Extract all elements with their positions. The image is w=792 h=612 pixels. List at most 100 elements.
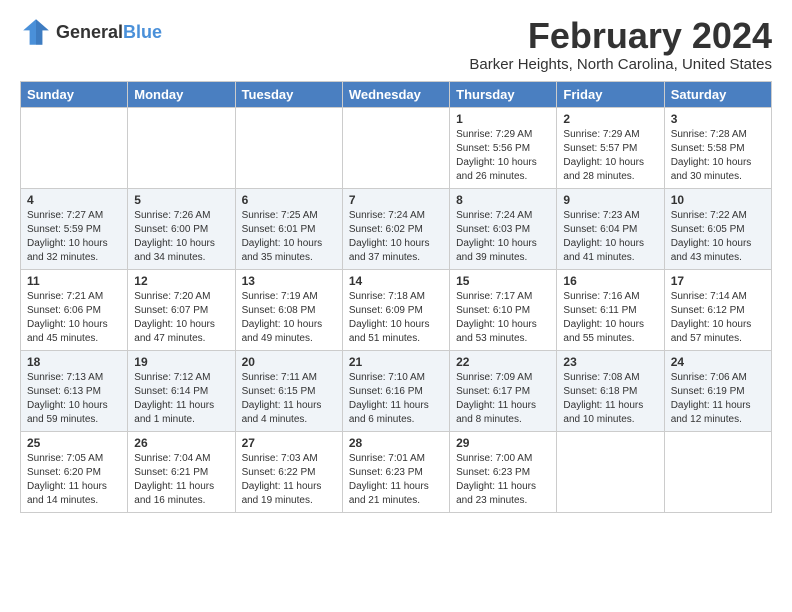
day-info: Sunrise: 7:18 AM Sunset: 6:09 PM Dayligh… <box>349 290 443 346</box>
day-number: 1 <box>456 112 550 126</box>
calendar-cell: 27 Sunrise: 7:03 AM Sunset: 6:22 PM Dayli… <box>235 431 342 512</box>
logo-text-blue: Blue <box>123 22 162 42</box>
day-number: 16 <box>563 274 657 288</box>
calendar-cell <box>557 431 664 512</box>
day-info: Sunrise: 7:26 AM Sunset: 6:00 PM Dayligh… <box>134 209 228 265</box>
day-number: 27 <box>242 436 336 450</box>
logo-icon <box>20 16 52 48</box>
logo: GeneralBlue <box>20 16 162 48</box>
calendar-cell: 17 Sunrise: 7:14 AM Sunset: 6:12 PM Dayli… <box>664 269 771 350</box>
day-info: Sunrise: 7:27 AM Sunset: 5:59 PM Dayligh… <box>27 209 121 265</box>
calendar-cell <box>21 107 128 188</box>
day-info: Sunrise: 7:28 AM Sunset: 5:58 PM Dayligh… <box>671 128 765 184</box>
day-info: Sunrise: 7:29 AM Sunset: 5:57 PM Dayligh… <box>563 128 657 184</box>
day-number: 23 <box>563 355 657 369</box>
calendar-cell: 4 Sunrise: 7:27 AM Sunset: 5:59 PM Daylig… <box>21 188 128 269</box>
day-info: Sunrise: 7:20 AM Sunset: 6:07 PM Dayligh… <box>134 290 228 346</box>
header-cell-friday: Friday <box>557 81 664 107</box>
day-info: Sunrise: 7:25 AM Sunset: 6:01 PM Dayligh… <box>242 209 336 265</box>
week-row-3: 18Sunrise: 7:13 AM Sunset: 6:13 PM Dayli… <box>21 350 772 431</box>
calendar-cell: 19Sunrise: 7:12 AM Sunset: 6:14 PM Dayli… <box>128 350 235 431</box>
day-info: Sunrise: 7:08 AM Sunset: 6:18 PM Dayligh… <box>563 371 657 427</box>
day-info: Sunrise: 7:17 AM Sunset: 6:10 PM Dayligh… <box>456 290 550 346</box>
calendar-cell <box>128 107 235 188</box>
day-number: 4 <box>27 193 121 207</box>
day-number: 13 <box>242 274 336 288</box>
calendar-cell: 1 Sunrise: 7:29 AM Sunset: 5:56 PM Daylig… <box>450 107 557 188</box>
page-container: GeneralBlue February 2024 Barker Heights… <box>20 16 772 513</box>
calendar-cell: 9 Sunrise: 7:23 AM Sunset: 6:04 PM Daylig… <box>557 188 664 269</box>
header-cell-saturday: Saturday <box>664 81 771 107</box>
calendar-cell: 7 Sunrise: 7:24 AM Sunset: 6:02 PM Daylig… <box>342 188 449 269</box>
header-cell-tuesday: Tuesday <box>235 81 342 107</box>
day-number: 24 <box>671 355 765 369</box>
day-info: Sunrise: 7:24 AM Sunset: 6:02 PM Dayligh… <box>349 209 443 265</box>
day-number: 18 <box>27 355 121 369</box>
calendar-cell: 15Sunrise: 7:17 AM Sunset: 6:10 PM Dayli… <box>450 269 557 350</box>
calendar-cell: 5 Sunrise: 7:26 AM Sunset: 6:00 PM Daylig… <box>128 188 235 269</box>
day-number: 9 <box>563 193 657 207</box>
calendar-cell: 6 Sunrise: 7:25 AM Sunset: 6:01 PM Daylig… <box>235 188 342 269</box>
day-info: Sunrise: 7:09 AM Sunset: 6:17 PM Dayligh… <box>456 371 550 427</box>
subtitle: Barker Heights, North Carolina, United S… <box>469 56 772 73</box>
week-row-0: 1 Sunrise: 7:29 AM Sunset: 5:56 PM Daylig… <box>21 107 772 188</box>
day-info: Sunrise: 7:22 AM Sunset: 6:05 PM Dayligh… <box>671 209 765 265</box>
week-row-1: 4 Sunrise: 7:27 AM Sunset: 5:59 PM Daylig… <box>21 188 772 269</box>
day-number: 2 <box>563 112 657 126</box>
day-info: Sunrise: 7:11 AM Sunset: 6:15 PM Dayligh… <box>242 371 336 427</box>
day-number: 10 <box>671 193 765 207</box>
day-number: 5 <box>134 193 228 207</box>
day-number: 22 <box>456 355 550 369</box>
title-block: February 2024 Barker Heights, North Caro… <box>469 16 772 73</box>
day-info: Sunrise: 7:04 AM Sunset: 6:21 PM Dayligh… <box>134 452 228 508</box>
logo-text-general: General <box>56 22 123 42</box>
calendar-cell: 3 Sunrise: 7:28 AM Sunset: 5:58 PM Daylig… <box>664 107 771 188</box>
header-cell-wednesday: Wednesday <box>342 81 449 107</box>
day-number: 7 <box>349 193 443 207</box>
day-number: 28 <box>349 436 443 450</box>
calendar-cell: 11Sunrise: 7:21 AM Sunset: 6:06 PM Dayli… <box>21 269 128 350</box>
main-title: February 2024 <box>469 16 772 56</box>
calendar-cell: 20 Sunrise: 7:11 AM Sunset: 6:15 PM Dayli… <box>235 350 342 431</box>
day-number: 25 <box>27 436 121 450</box>
logo-text: GeneralBlue <box>56 23 162 42</box>
calendar-cell: 18Sunrise: 7:13 AM Sunset: 6:13 PM Dayli… <box>21 350 128 431</box>
calendar-cell: 21 Sunrise: 7:10 AM Sunset: 6:16 PM Dayli… <box>342 350 449 431</box>
day-info: Sunrise: 7:00 AM Sunset: 6:23 PM Dayligh… <box>456 452 550 508</box>
week-row-2: 11Sunrise: 7:21 AM Sunset: 6:06 PM Dayli… <box>21 269 772 350</box>
calendar-cell: 2 Sunrise: 7:29 AM Sunset: 5:57 PM Daylig… <box>557 107 664 188</box>
day-number: 3 <box>671 112 765 126</box>
day-info: Sunrise: 7:23 AM Sunset: 6:04 PM Dayligh… <box>563 209 657 265</box>
header-cell-monday: Monday <box>128 81 235 107</box>
day-number: 20 <box>242 355 336 369</box>
calendar-cell: 24 Sunrise: 7:06 AM Sunset: 6:19 PM Dayli… <box>664 350 771 431</box>
calendar-cell: 25 Sunrise: 7:05 AM Sunset: 6:20 PM Dayli… <box>21 431 128 512</box>
calendar-cell <box>235 107 342 188</box>
day-info: Sunrise: 7:03 AM Sunset: 6:22 PM Dayligh… <box>242 452 336 508</box>
day-number: 17 <box>671 274 765 288</box>
calendar-cell: 12 Sunrise: 7:20 AM Sunset: 6:07 PM Dayli… <box>128 269 235 350</box>
day-info: Sunrise: 7:05 AM Sunset: 6:20 PM Dayligh… <box>27 452 121 508</box>
day-info: Sunrise: 7:12 AM Sunset: 6:14 PM Dayligh… <box>134 371 228 427</box>
day-number: 21 <box>349 355 443 369</box>
day-info: Sunrise: 7:19 AM Sunset: 6:08 PM Dayligh… <box>242 290 336 346</box>
header-cell-thursday: Thursday <box>450 81 557 107</box>
day-number: 12 <box>134 274 228 288</box>
day-number: 26 <box>134 436 228 450</box>
calendar-cell: 29Sunrise: 7:00 AM Sunset: 6:23 PM Dayli… <box>450 431 557 512</box>
header-row: SundayMondayTuesdayWednesdayThursdayFrid… <box>21 81 772 107</box>
day-info: Sunrise: 7:29 AM Sunset: 5:56 PM Dayligh… <box>456 128 550 184</box>
calendar-cell: 26 Sunrise: 7:04 AM Sunset: 6:21 PM Dayli… <box>128 431 235 512</box>
day-info: Sunrise: 7:21 AM Sunset: 6:06 PM Dayligh… <box>27 290 121 346</box>
calendar-cell: 13 Sunrise: 7:19 AM Sunset: 6:08 PM Dayli… <box>235 269 342 350</box>
calendar-cell: 16 Sunrise: 7:16 AM Sunset: 6:11 PM Dayli… <box>557 269 664 350</box>
day-info: Sunrise: 7:10 AM Sunset: 6:16 PM Dayligh… <box>349 371 443 427</box>
day-info: Sunrise: 7:16 AM Sunset: 6:11 PM Dayligh… <box>563 290 657 346</box>
day-info: Sunrise: 7:01 AM Sunset: 6:23 PM Dayligh… <box>349 452 443 508</box>
header-cell-sunday: Sunday <box>21 81 128 107</box>
calendar-cell <box>342 107 449 188</box>
calendar-table: SundayMondayTuesdayWednesdayThursdayFrid… <box>20 81 772 513</box>
day-info: Sunrise: 7:06 AM Sunset: 6:19 PM Dayligh… <box>671 371 765 427</box>
day-info: Sunrise: 7:14 AM Sunset: 6:12 PM Dayligh… <box>671 290 765 346</box>
day-number: 6 <box>242 193 336 207</box>
